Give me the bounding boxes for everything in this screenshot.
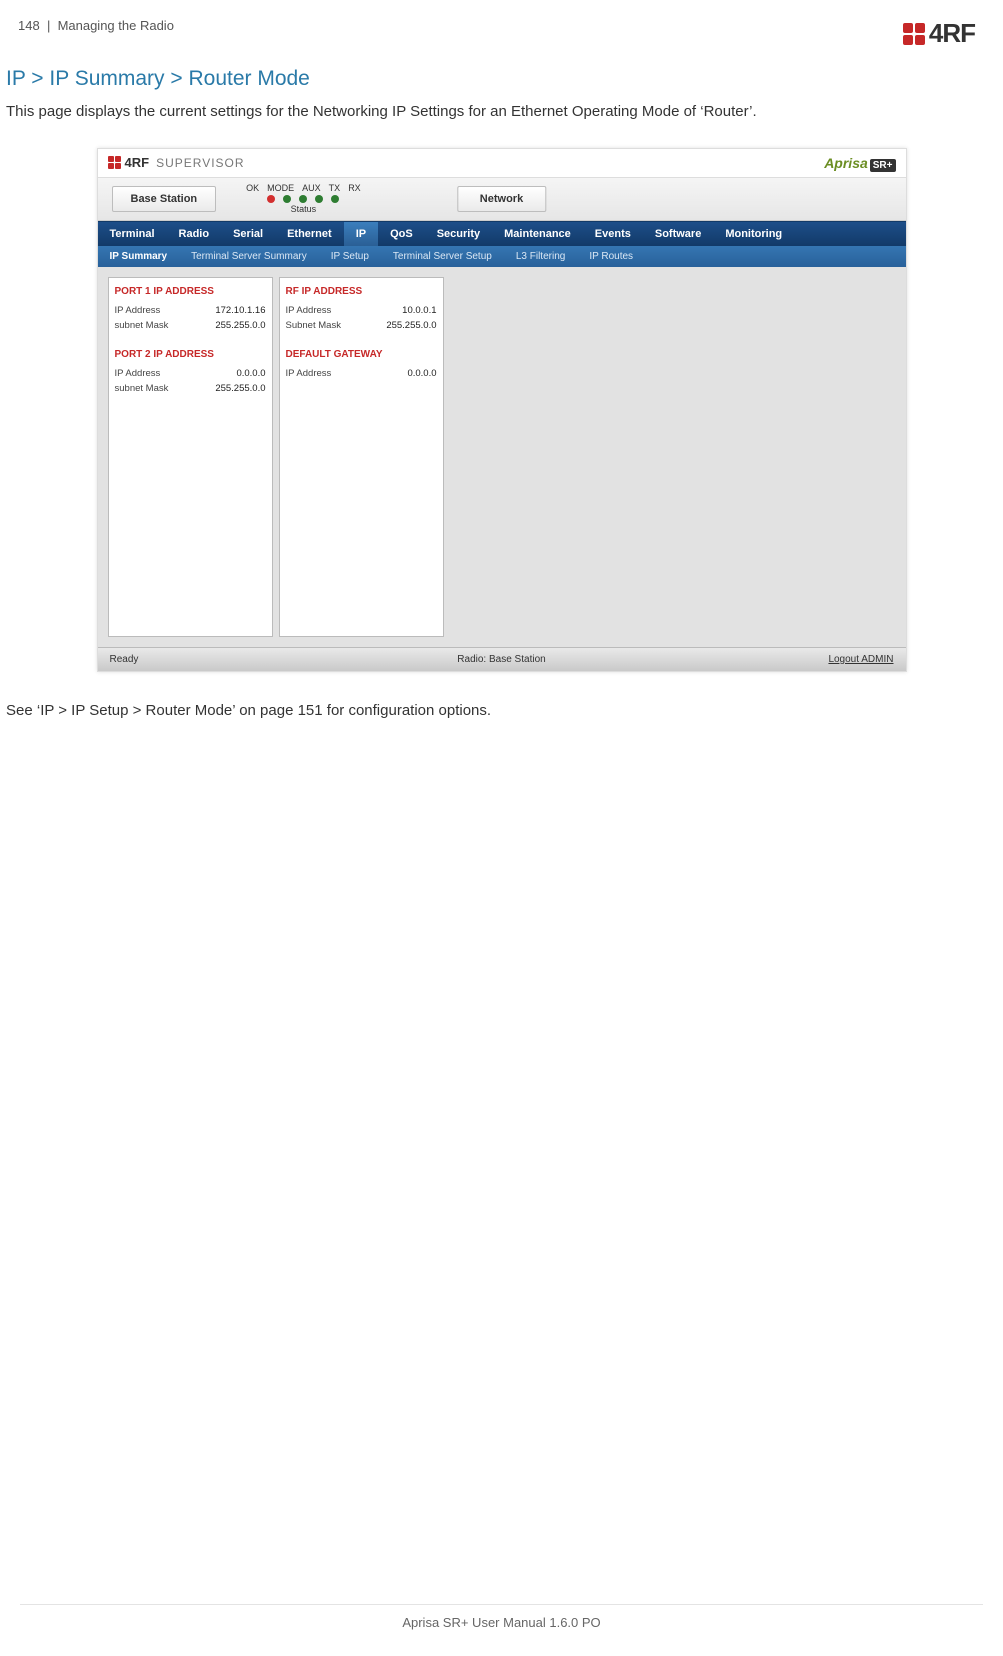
- page-number-title: 148 | Managing the Radio: [18, 18, 174, 33]
- panel-right: RF IP ADDRESS IP Address 10.0.0.1 Subnet…: [279, 277, 444, 637]
- shot-graybar: Base Station OK MODE AUX TX RX Status: [98, 177, 906, 221]
- status-radio: Radio: Base Station: [368, 654, 635, 665]
- page-description: This page displays the current settings …: [0, 97, 1003, 148]
- led-icon: [283, 195, 291, 203]
- row-label: subnet Mask: [115, 383, 169, 394]
- breadcrumb: IP > IP Summary > Router Mode: [0, 53, 1003, 97]
- status-label: MODE: [267, 183, 294, 193]
- status-label: OK: [246, 183, 259, 193]
- section-rf-ip: RF IP ADDRESS IP Address 10.0.0.1 Subnet…: [286, 286, 437, 333]
- table-row: subnet Mask 255.255.0.0: [115, 318, 266, 333]
- menu-events[interactable]: Events: [583, 222, 643, 246]
- led-icon: [267, 195, 275, 203]
- section-title: RF IP ADDRESS: [286, 286, 437, 297]
- shot-topbar: 4RF SUPERVISOR AprisaSR+: [98, 149, 906, 177]
- submenu-l3-filtering[interactable]: L3 Filtering: [504, 246, 577, 267]
- row-label: IP Address: [115, 305, 161, 316]
- shot-aprisa-text: Aprisa: [824, 155, 868, 171]
- shot-content: PORT 1 IP ADDRESS IP Address 172.10.1.16…: [98, 267, 906, 647]
- row-label: IP Address: [115, 368, 161, 379]
- menu-software[interactable]: Software: [643, 222, 713, 246]
- shot-logo-dots-icon: [108, 156, 121, 169]
- table-row: subnet Mask 255.255.0.0: [115, 381, 266, 396]
- shot-menubar: Terminal Radio Serial Ethernet IP QoS Se…: [98, 221, 906, 246]
- status-labels: OK MODE AUX TX RX: [246, 183, 361, 193]
- table-row: Subnet Mask 255.255.0.0: [286, 318, 437, 333]
- shot-footerbar: Ready Radio: Base Station Logout ADMIN: [98, 647, 906, 671]
- menu-radio[interactable]: Radio: [167, 222, 222, 246]
- row-label: IP Address: [286, 368, 332, 379]
- base-station-button[interactable]: Base Station: [112, 186, 217, 212]
- submenu-ip-routes[interactable]: IP Routes: [577, 246, 645, 267]
- led-icon: [331, 195, 339, 203]
- menu-monitoring[interactable]: Monitoring: [713, 222, 794, 246]
- footer-text: Aprisa SR+ User Manual 1.6.0 PO: [402, 1615, 600, 1630]
- submenu-terminal-server-setup[interactable]: Terminal Server Setup: [381, 246, 504, 267]
- row-label: IP Address: [286, 305, 332, 316]
- status-text: Status: [246, 204, 361, 214]
- shot-aprisa-badge: SR+: [870, 159, 896, 172]
- status-label: RX: [348, 183, 361, 193]
- menu-security[interactable]: Security: [425, 222, 492, 246]
- status-leds: [246, 195, 361, 203]
- shot-brand-product: SUPERVISOR: [156, 156, 244, 170]
- section-title: PORT 1 IP ADDRESS: [115, 286, 266, 297]
- submenu-ip-setup[interactable]: IP Setup: [319, 246, 381, 267]
- logout-link[interactable]: Logout ADMIN: [635, 654, 894, 665]
- logo-text: 4RF: [929, 18, 975, 49]
- status-label: AUX: [302, 183, 321, 193]
- shot-submenubar: IP Summary Terminal Server Summary IP Se…: [98, 246, 906, 267]
- row-value: 0.0.0.0: [236, 368, 265, 379]
- logo-dots-icon: [903, 23, 925, 45]
- table-row: IP Address 10.0.0.1: [286, 303, 437, 318]
- submenu-terminal-server-summary[interactable]: Terminal Server Summary: [179, 246, 319, 267]
- status-group: OK MODE AUX TX RX Status: [246, 183, 361, 214]
- menu-terminal[interactable]: Terminal: [98, 222, 167, 246]
- menu-ethernet[interactable]: Ethernet: [275, 222, 344, 246]
- row-value: 172.10.1.16: [215, 305, 265, 316]
- logo-4rf: 4RF: [903, 18, 975, 49]
- submenu-ip-summary[interactable]: IP Summary: [98, 246, 180, 267]
- page-section: Managing the Radio: [58, 18, 174, 33]
- table-row: IP Address 0.0.0.0: [115, 366, 266, 381]
- row-value: 255.255.0.0: [215, 383, 265, 394]
- led-icon: [315, 195, 323, 203]
- row-value: 10.0.0.1: [402, 305, 436, 316]
- shot-logo: 4RF SUPERVISOR: [108, 155, 245, 170]
- menu-ip[interactable]: IP: [344, 222, 378, 246]
- section-title: DEFAULT GATEWAY: [286, 349, 437, 360]
- shot-aprisa-logo: AprisaSR+: [824, 155, 895, 171]
- row-value: 255.255.0.0: [215, 320, 265, 331]
- table-row: IP Address 0.0.0.0: [286, 366, 437, 381]
- row-label: Subnet Mask: [286, 320, 341, 331]
- status-label: TX: [329, 183, 341, 193]
- row-label: subnet Mask: [115, 320, 169, 331]
- section-port1-ip: PORT 1 IP ADDRESS IP Address 172.10.1.16…: [115, 286, 266, 333]
- shot-brand: 4RF: [125, 155, 150, 170]
- menu-maintenance[interactable]: Maintenance: [492, 222, 583, 246]
- embedded-screenshot: 4RF SUPERVISOR AprisaSR+ Base Station OK…: [97, 148, 907, 672]
- network-button[interactable]: Network: [457, 186, 546, 212]
- status-ready: Ready: [110, 654, 369, 665]
- section-default-gateway: DEFAULT GATEWAY IP Address 0.0.0.0: [286, 349, 437, 381]
- table-row: IP Address 172.10.1.16: [115, 303, 266, 318]
- page-header: 148 | Managing the Radio 4RF: [0, 0, 1003, 53]
- row-value: 255.255.0.0: [386, 320, 436, 331]
- section-title: PORT 2 IP ADDRESS: [115, 349, 266, 360]
- screenshot-wrapper: 4RF SUPERVISOR AprisaSR+ Base Station OK…: [0, 148, 1003, 702]
- page-sep: |: [47, 18, 50, 33]
- section-port2-ip: PORT 2 IP ADDRESS IP Address 0.0.0.0 sub…: [115, 349, 266, 396]
- page-number: 148: [18, 18, 40, 33]
- panel-left: PORT 1 IP ADDRESS IP Address 172.10.1.16…: [108, 277, 273, 637]
- menu-qos[interactable]: QoS: [378, 222, 425, 246]
- menu-serial[interactable]: Serial: [221, 222, 275, 246]
- row-value: 0.0.0.0: [407, 368, 436, 379]
- page-footer: Aprisa SR+ User Manual 1.6.0 PO: [0, 1604, 1003, 1630]
- post-text: See ‘IP > IP Setup > Router Mode’ on pag…: [0, 702, 1003, 719]
- led-icon: [299, 195, 307, 203]
